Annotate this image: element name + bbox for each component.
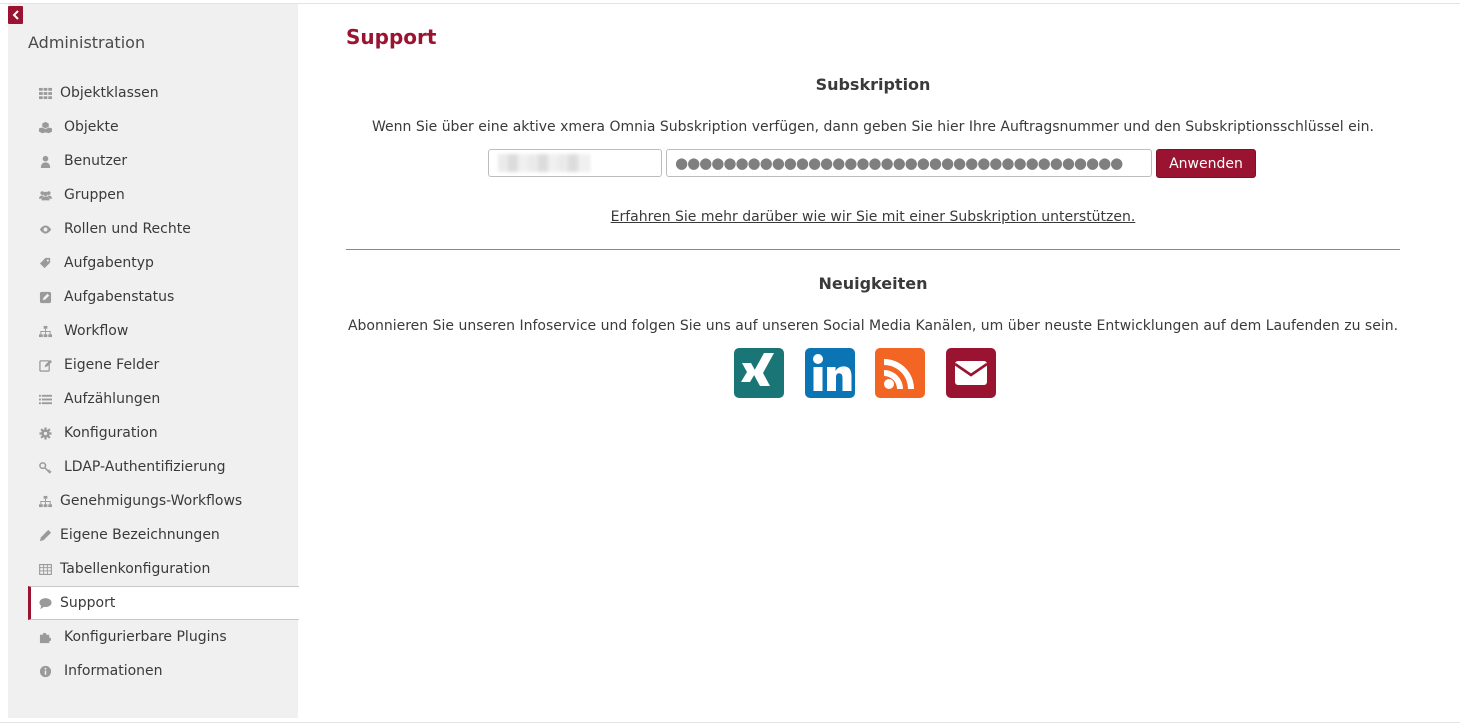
table-icon [38,562,52,576]
learn-more-link[interactable]: Erfahren Sie mehr darüber wie wir Sie mi… [346,209,1400,225]
sidebar-item-eigene-bezeichnungen[interactable]: Eigene Bezeichnungen [28,518,298,552]
sidebar-item-aufgabentyp[interactable]: Aufgabentyp [28,246,298,280]
subscription-description: Wenn Sie über eine aktive xmera Omnia Su… [372,119,1374,135]
sidebar-item-label: Rollen und Rechte [64,221,191,237]
sidebar-item-label: Objektklassen [60,85,159,101]
news-heading: Neuigkeiten [818,274,928,293]
section-divider [346,249,1400,250]
xing-link[interactable] [734,348,784,398]
edit-square-icon [38,290,52,304]
apply-button[interactable]: Anwenden [1156,149,1256,178]
sidebar-item-tabellenkonfiguration[interactable]: Tabellenkonfiguration [28,552,298,586]
sidebar-collapse-button[interactable] [8,6,23,24]
envelope-icon [946,348,996,398]
sidebar-item-label: Benutzer [64,153,128,169]
subscription-heading: Subskription [815,75,931,94]
bottom-border [0,722,1460,723]
puzzle-icon [38,630,52,644]
list-icon [38,392,52,406]
sidebar-item-support[interactable]: Support [28,586,299,620]
email-link[interactable] [946,348,996,398]
admin-nav: Objektklassen Objekte Benutzer Gruppen R… [28,76,299,688]
sidebar-item-benutzer[interactable]: Benutzer [28,144,298,178]
cubes-icon [38,120,52,134]
pencil-square-icon [38,358,52,372]
sidebar-item-objekte[interactable]: Objekte [28,110,298,144]
sidebar-item-rollen-und-rechte[interactable]: Rollen und Rechte [28,212,298,246]
sidebar-item-label: Aufgabenstatus [64,289,175,305]
sidebar-item-gruppen[interactable]: Gruppen [28,178,298,212]
sidebar-item-genehmigungs-workflows[interactable]: Genehmigungs-Workflows [28,484,298,518]
grid-icon [38,86,52,100]
sidebar-item-label: Gruppen [64,187,125,203]
sidebar-item-label: Aufzählungen [64,391,161,407]
xing-icon [734,348,784,398]
sidebar-item-aufzaehlungen[interactable]: Aufzählungen [28,382,298,416]
admin-sidebar: Administration Objektklassen Objekte Ben… [8,4,299,718]
sidebar-item-konfigurierbare-plugins[interactable]: Konfigurierbare Plugins [28,620,298,654]
subscription-key-input[interactable]: ●●●●●●●●●●●●●●●●●●●●●●●●●●●●●●●●●●●●● [666,149,1152,177]
sidebar-item-konfiguration[interactable]: Konfiguration [28,416,298,450]
sidebar-item-label: Aufgabentyp [64,255,154,271]
sidebar-item-label: Support [60,595,116,611]
sidebar-item-label: Tabellenkonfiguration [60,561,211,577]
sidebar-item-workflow[interactable]: Workflow [28,314,298,348]
sidebar-item-label: Konfigurierbare Plugins [64,629,227,645]
rss-icon [875,348,925,398]
sidebar-item-eigene-felder[interactable]: Eigene Felder [28,348,298,382]
sidebar-item-label: LDAP-Authentifizierung [64,459,226,475]
sitemap-icon [38,494,52,508]
sidebar-item-label: Objekte [64,119,119,135]
sidebar-item-label: Eigene Bezeichnungen [60,527,220,543]
chevron-left-icon [12,10,19,20]
tags-icon [38,256,52,270]
users-icon [38,188,52,202]
sidebar-item-aufgabenstatus[interactable]: Aufgabenstatus [28,280,298,314]
user-icon [38,154,52,168]
sidebar-item-label: Workflow [64,323,129,339]
gear-icon [38,426,52,440]
sidebar-title: Administration [28,33,146,52]
linkedin-icon [805,348,855,398]
sitemap-icon [38,324,52,338]
redacted-order-number [498,154,590,172]
pencil-icon [38,528,52,542]
sidebar-item-label: Genehmigungs-Workflows [60,493,243,509]
page-title: Support [346,25,437,49]
subscription-key-value: ●●●●●●●●●●●●●●●●●●●●●●●●●●●●●●●●●●●●● [675,154,1123,172]
key-icon [38,460,52,474]
sidebar-item-ldap-authentifizierung[interactable]: LDAP-Authentifizierung [28,450,298,484]
eye-icon [38,222,52,236]
comment-icon [38,596,52,610]
linkedin-link[interactable] [805,348,855,398]
sidebar-item-label: Eigene Felder [64,357,160,373]
sidebar-item-label: Informationen [64,663,163,679]
rss-link[interactable] [875,348,925,398]
news-description: Abonnieren Sie unseren Infoservice und f… [347,318,1399,334]
sidebar-item-label: Konfiguration [64,425,158,441]
info-icon [38,664,52,678]
sidebar-item-objektklassen[interactable]: Objektklassen [28,76,298,110]
sidebar-item-informationen[interactable]: Informationen [28,654,298,688]
